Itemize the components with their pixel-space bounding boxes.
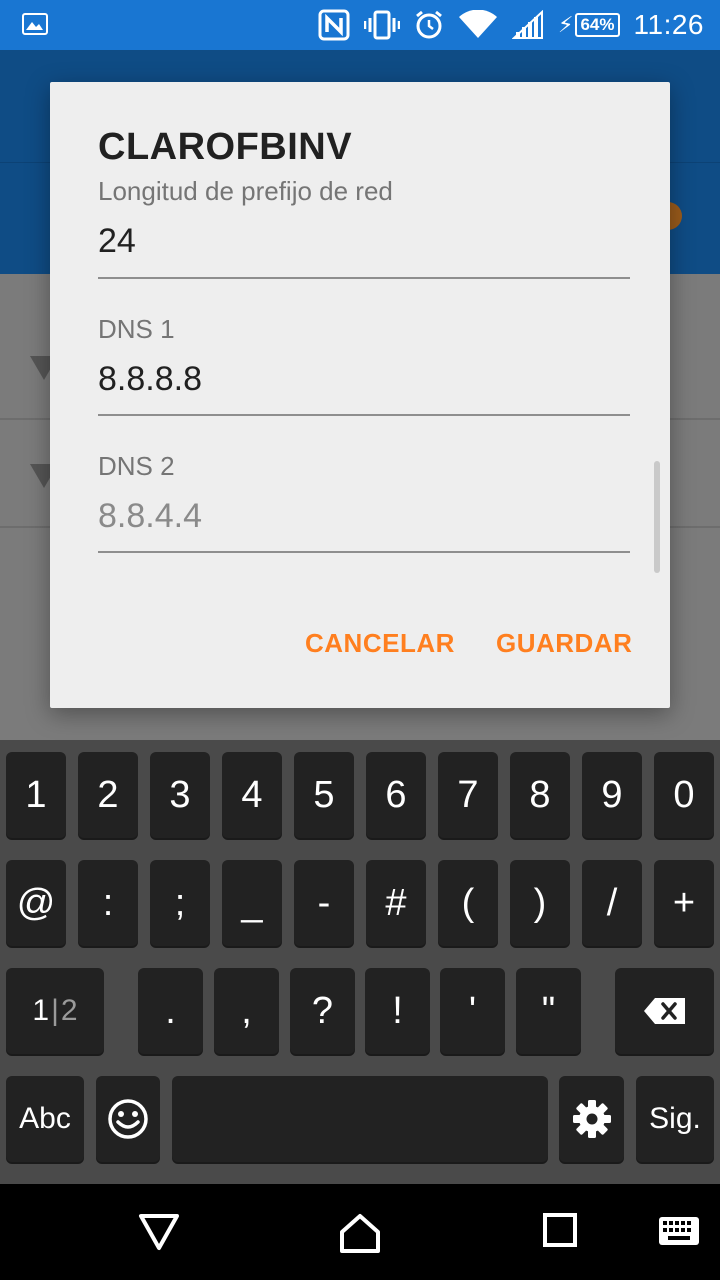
keyboard-switch-icon [659, 1217, 699, 1245]
key-9[interactable]: 9 [582, 752, 642, 838]
space-key[interactable] [172, 1076, 548, 1162]
backspace-icon [643, 998, 685, 1024]
back-button[interactable] [138, 1212, 180, 1252]
prefix-length-input[interactable]: 24 [98, 222, 136, 261]
prefix-length-underline [98, 277, 630, 279]
key-quote[interactable]: " [516, 968, 581, 1054]
emoji-key[interactable] [96, 1076, 160, 1162]
recents-icon [543, 1213, 577, 1247]
status-bar: ⚡ 64% 11:26 [0, 0, 720, 50]
dns2-label: DNS 2 [98, 451, 175, 481]
page-current: 1 [32, 994, 50, 1027]
recents-button[interactable] [542, 1212, 578, 1248]
key-6[interactable]: 6 [366, 752, 426, 838]
vibrate-icon [364, 10, 401, 40]
dns2-input[interactable]: 8.8.4.4 [98, 497, 202, 536]
dns2-underline [98, 551, 630, 553]
settings-gear-icon [572, 1100, 611, 1138]
key-apostrophe[interactable]: ' [440, 968, 505, 1054]
gallery-icon [22, 13, 48, 35]
home-button[interactable] [338, 1212, 382, 1254]
nfc-icon [318, 9, 350, 41]
key-at[interactable]: @ [6, 860, 66, 946]
charging-icon: ⚡ [558, 12, 574, 37]
key-close-paren[interactable]: ) [510, 860, 570, 946]
key-0[interactable]: 0 [654, 752, 714, 838]
dialog-title: CLAROFBINV [98, 126, 353, 168]
key-colon[interactable]: : [78, 860, 138, 946]
home-icon [340, 1214, 380, 1253]
key-comma[interactable]: , [214, 968, 279, 1054]
dns1-label: DNS 1 [98, 314, 175, 344]
wifi-icon [458, 10, 498, 40]
page-next: 2 [60, 994, 78, 1027]
key-2[interactable]: 2 [78, 752, 138, 838]
clock: 11:26 [633, 9, 704, 40]
key-exclamation[interactable]: ! [365, 968, 430, 1054]
keyboard-switch-button[interactable] [658, 1216, 700, 1246]
alarm-icon [414, 10, 444, 40]
key-hyphen[interactable]: - [294, 860, 354, 946]
key-open-paren[interactable]: ( [438, 860, 498, 946]
page-separator: | [51, 994, 59, 1027]
key-slash[interactable]: / [582, 860, 642, 946]
battery-percent: 64% [575, 13, 620, 37]
key-underscore[interactable]: _ [222, 860, 282, 946]
back-icon [139, 1214, 179, 1250]
key-7[interactable]: 7 [438, 752, 498, 838]
battery-icon: ⚡ 64% [558, 12, 620, 38]
key-3[interactable]: 3 [150, 752, 210, 838]
save-button[interactable]: GUARDAR [496, 628, 632, 659]
backspace-key[interactable] [615, 968, 714, 1054]
dialog-scrollbar[interactable] [654, 461, 660, 573]
key-8[interactable]: 8 [510, 752, 570, 838]
network-config-dialog: CLAROFBINV Longitud de prefijo de red 24… [50, 82, 670, 708]
key-semicolon[interactable]: ; [150, 860, 210, 946]
emoji-icon [108, 1099, 148, 1139]
next-key[interactable]: Sig. [636, 1076, 714, 1162]
cancel-button[interactable]: CANCELAR [305, 628, 455, 659]
key-plus[interactable]: + [654, 860, 714, 946]
prefix-length-label: Longitud de prefijo de red [98, 176, 393, 206]
key-5[interactable]: 5 [294, 752, 354, 838]
dns1-input[interactable]: 8.8.8.8 [98, 360, 202, 399]
dns1-underline [98, 414, 630, 416]
key-question[interactable]: ? [290, 968, 355, 1054]
key-hash[interactable]: # [366, 860, 426, 946]
key-1[interactable]: 1 [6, 752, 66, 838]
abc-key[interactable]: Abc [6, 1076, 84, 1162]
cellular-signal-icon [512, 10, 544, 40]
navigation-bar [0, 1184, 720, 1280]
numeric-symbol-keyboard: 1 2 3 4 5 6 7 8 9 0 @ : ; _ - # ( ) / + … [0, 740, 720, 1184]
symbol-page-toggle-key[interactable]: 1 | 2 [6, 968, 104, 1054]
key-period[interactable]: . [138, 968, 203, 1054]
key-4[interactable]: 4 [222, 752, 282, 838]
settings-key[interactable] [559, 1076, 624, 1162]
